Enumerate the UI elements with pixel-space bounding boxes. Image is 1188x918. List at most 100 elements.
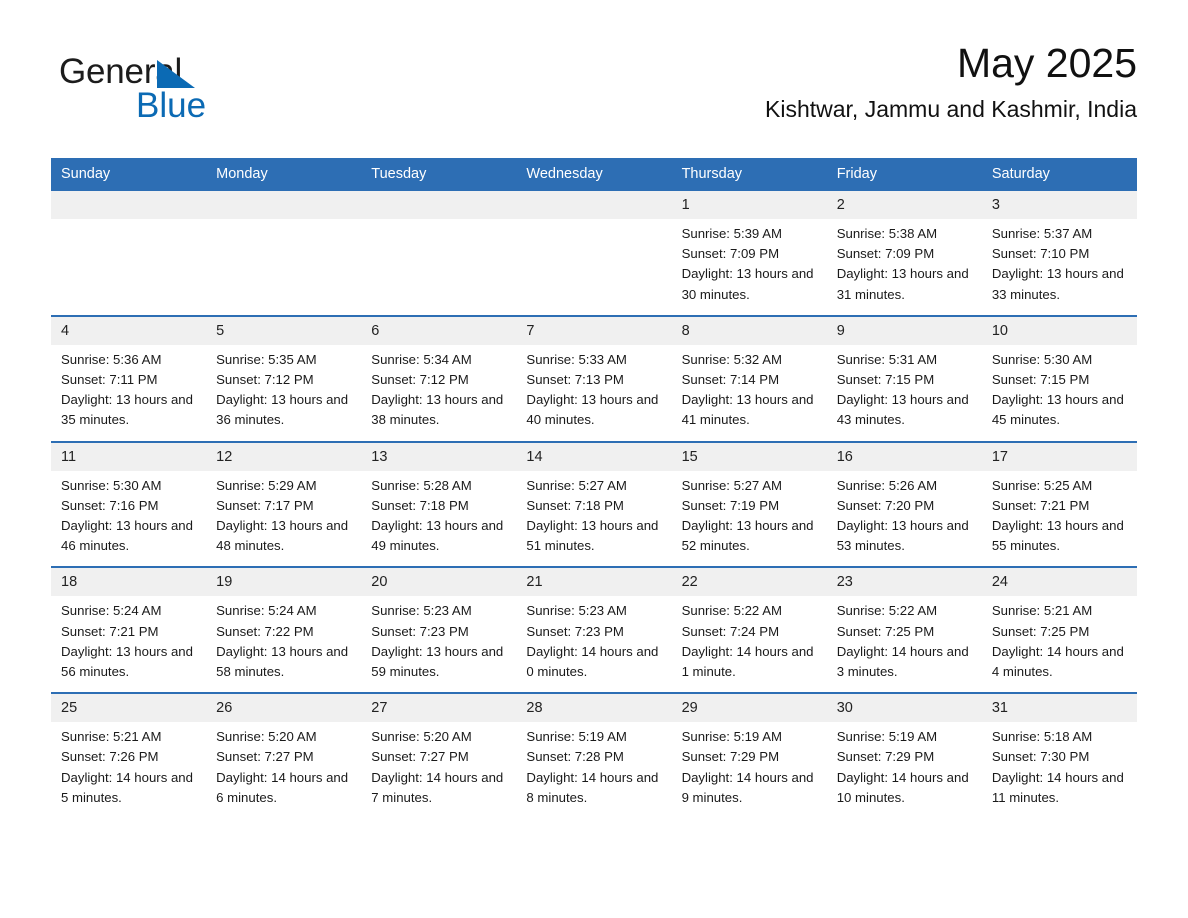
calendar-day-cell[interactable]: 30 Sunrise: 5:19 AM Sunset: 7:29 PM Dayligh… bbox=[826, 694, 982, 819]
calendar-day-cell-empty bbox=[51, 191, 207, 315]
sunset-text: Sunset: 7:14 PM bbox=[681, 372, 780, 388]
calendar-day-cell[interactable]: 10 Sunrise: 5:30 AM Sunset: 7:15 PM Dayligh… bbox=[981, 316, 1137, 441]
sunrise-text: Sunrise: 5:29 AM bbox=[216, 477, 317, 493]
day-number: 19 bbox=[206, 568, 362, 597]
day-number: 10 bbox=[981, 316, 1137, 345]
daylight-text: Daylight: 13 hours and 59 minutes. bbox=[371, 643, 504, 680]
calendar-day-cell[interactable]: 1 Sunrise: 5:39 AM Sunset: 7:09 PM Daylight… bbox=[671, 191, 827, 315]
calendar-day-cell[interactable]: 17 Sunrise: 5:25 AM Sunset: 7:21 PM Dayligh… bbox=[981, 442, 1137, 567]
calendar-day-cell[interactable]: 16 Sunrise: 5:26 AM Sunset: 7:20 PM Dayligh… bbox=[826, 442, 982, 567]
calendar-day-cell[interactable]: 2 Sunrise: 5:38 AM Sunset: 7:09 PM Daylight… bbox=[826, 191, 982, 315]
sunset-text: Sunset: 7:15 PM bbox=[991, 372, 1090, 388]
calendar-day-cell[interactable]: 31 Sunrise: 5:18 AM Sunset: 7:30 PM Dayligh… bbox=[981, 694, 1137, 819]
calendar-day-cell[interactable]: 20 Sunrise: 5:23 AM Sunset: 7:23 PM Dayligh… bbox=[361, 568, 517, 693]
calendar-day-cell[interactable]: 23 Sunrise: 5:22 AM Sunset: 7:25 PM Dayligh… bbox=[826, 568, 982, 693]
calendar-day-cell-empty bbox=[361, 191, 517, 315]
sunset-text: Sunset: 7:25 PM bbox=[991, 623, 1090, 639]
daylight-text: Daylight: 13 hours and 36 minutes. bbox=[216, 392, 349, 428]
day-number: 30 bbox=[826, 694, 982, 723]
sunrise-text: Sunrise: 5:38 AM bbox=[836, 226, 938, 241]
calendar-day-cell[interactable]: 7 Sunrise: 5:33 AM Sunset: 7:13 PM Daylight… bbox=[516, 316, 672, 441]
calendar-day-cell[interactable]: 14 Sunrise: 5:27 AM Sunset: 7:18 PM Dayligh… bbox=[516, 442, 672, 567]
general-blue-logo[interactable]: General Blue bbox=[59, 52, 259, 132]
day-sun-info bbox=[51, 219, 206, 305]
weekday-header-wednesday: Wednesday bbox=[526, 166, 603, 182]
day-number: 16 bbox=[826, 442, 982, 471]
sunset-text: Sunset: 7:12 PM bbox=[371, 372, 469, 388]
weekday-header-friday: Friday bbox=[836, 166, 877, 182]
day-sun-info: Sunrise: 5:35 AM Sunset: 7:12 PM Daylight:… bbox=[206, 345, 361, 441]
sunset-text: Sunset: 7:19 PM bbox=[681, 497, 780, 513]
calendar-day-cell[interactable]: 24 Sunrise: 5:21 AM Sunset: 7:25 PM Dayligh… bbox=[981, 568, 1137, 693]
weekday-header-thursday: Thursday bbox=[681, 166, 743, 182]
sunset-text: Sunset: 7:10 PM bbox=[991, 246, 1090, 262]
day-number: 14 bbox=[516, 442, 672, 471]
calendar-day-cell[interactable]: 13 Sunrise: 5:28 AM Sunset: 7:18 PM Dayligh… bbox=[361, 442, 517, 567]
sunrise-text: Sunrise: 5:19 AM bbox=[526, 729, 627, 745]
day-sun-info: Sunrise: 5:24 AM Sunset: 7:21 PM Daylight:… bbox=[51, 596, 206, 692]
calendar-day-cell[interactable]: 15 Sunrise: 5:27 AM Sunset: 7:19 PM Dayligh… bbox=[671, 442, 827, 567]
daylight-text: Daylight: 13 hours and 52 minutes. bbox=[681, 518, 814, 554]
logo-text-blue: Blue bbox=[136, 86, 207, 125]
calendar-day-cell[interactable]: 3 Sunrise: 5:37 AM Sunset: 7:10 PM Daylight… bbox=[981, 191, 1137, 315]
calendar-day-cell[interactable]: 12 Sunrise: 5:29 AM Sunset: 7:17 PM Dayligh… bbox=[206, 442, 362, 567]
calendar-day-cell[interactable]: 28 Sunrise: 5:19 AM Sunset: 7:28 PM Dayligh… bbox=[516, 694, 672, 819]
weekday-header-saturday: Saturday bbox=[991, 166, 1050, 182]
sunrise-text: Sunrise: 5:23 AM bbox=[526, 603, 627, 619]
day-number bbox=[361, 191, 517, 219]
day-sun-info: Sunrise: 5:26 AM Sunset: 7:20 PM Daylight:… bbox=[827, 471, 982, 567]
sunrise-text: Sunrise: 5:22 AM bbox=[836, 603, 938, 619]
calendar-day-cell[interactable]: 4 Sunrise: 5:36 AM Sunset: 7:11 PM Daylight… bbox=[51, 316, 207, 441]
daylight-text: Daylight: 13 hours and 53 minutes. bbox=[836, 518, 969, 554]
calendar-day-cell[interactable]: 21 Sunrise: 5:23 AM Sunset: 7:23 PM Dayligh… bbox=[516, 568, 672, 693]
sunset-text: Sunset: 7:12 PM bbox=[216, 372, 314, 388]
daylight-text: Daylight: 13 hours and 48 minutes. bbox=[216, 518, 349, 554]
calendar-day-cell[interactable]: 6 Sunrise: 5:34 AM Sunset: 7:12 PM Daylight… bbox=[361, 316, 517, 441]
sunset-text: Sunset: 7:21 PM bbox=[991, 497, 1090, 513]
calendar-day-cell[interactable]: 8 Sunrise: 5:32 AM Sunset: 7:14 PM Daylight… bbox=[671, 316, 827, 441]
day-sun-info: Sunrise: 5:36 AM Sunset: 7:11 PM Daylight:… bbox=[51, 345, 206, 441]
day-number: 23 bbox=[826, 568, 982, 597]
calendar-day-cell[interactable]: 19 Sunrise: 5:24 AM Sunset: 7:22 PM Dayligh… bbox=[206, 568, 362, 693]
page-title: May 2025 bbox=[956, 40, 1137, 86]
calendar-day-cell[interactable]: 22 Sunrise: 5:22 AM Sunset: 7:24 PM Dayligh… bbox=[671, 568, 827, 693]
daylight-text: Daylight: 14 hours and 10 minutes. bbox=[836, 769, 969, 805]
calendar-day-cell[interactable]: 26 Sunrise: 5:20 AM Sunset: 7:27 PM Dayligh… bbox=[206, 694, 362, 819]
day-sun-info: Sunrise: 5:32 AM Sunset: 7:14 PM Daylight:… bbox=[672, 345, 827, 441]
daylight-text: Daylight: 13 hours and 45 minutes. bbox=[991, 392, 1124, 428]
calendar-week-row: 1 Sunrise: 5:39 AM Sunset: 7:09 PM Daylight… bbox=[51, 191, 1137, 315]
daylight-text: Daylight: 13 hours and 30 minutes. bbox=[681, 266, 814, 302]
daylight-text: Daylight: 13 hours and 41 minutes. bbox=[681, 392, 814, 428]
day-number: 24 bbox=[981, 568, 1137, 597]
calendar-day-cell[interactable]: 9 Sunrise: 5:31 AM Sunset: 7:15 PM Daylight… bbox=[826, 316, 982, 441]
sunrise-text: Sunrise: 5:33 AM bbox=[526, 351, 627, 367]
calendar-week-row: 11 Sunrise: 5:30 AM Sunset: 7:16 PM Dayligh… bbox=[51, 440, 1137, 567]
calendar-day-cell[interactable]: 18 Sunrise: 5:24 AM Sunset: 7:21 PM Dayligh… bbox=[51, 568, 207, 693]
day-sun-info: Sunrise: 5:22 AM Sunset: 7:25 PM Daylight:… bbox=[827, 596, 982, 692]
day-number: 15 bbox=[671, 442, 827, 471]
day-number: 2 bbox=[826, 191, 982, 219]
calendar-day-cell[interactable]: 25 Sunrise: 5:21 AM Sunset: 7:26 PM Dayligh… bbox=[51, 694, 207, 819]
sunset-text: Sunset: 7:29 PM bbox=[836, 749, 935, 765]
sunset-text: Sunset: 7:22 PM bbox=[216, 623, 314, 639]
calendar-day-cell[interactable]: 11 Sunrise: 5:30 AM Sunset: 7:16 PM Dayligh… bbox=[51, 442, 207, 567]
day-number: 9 bbox=[826, 316, 982, 345]
sunset-text: Sunset: 7:16 PM bbox=[61, 497, 159, 513]
day-sun-info: Sunrise: 5:38 AM Sunset: 7:09 PM Daylight:… bbox=[827, 219, 982, 315]
calendar-body: 1 Sunrise: 5:39 AM Sunset: 7:09 PM Daylight… bbox=[51, 191, 1137, 819]
sunrise-text: Sunrise: 5:32 AM bbox=[681, 351, 782, 367]
day-number: 8 bbox=[671, 316, 827, 345]
sunset-text: Sunset: 7:24 PM bbox=[681, 623, 780, 639]
daylight-text: Daylight: 14 hours and 9 minutes. bbox=[681, 769, 814, 805]
calendar-day-cell-empty bbox=[206, 191, 362, 315]
sunrise-text: Sunrise: 5:19 AM bbox=[681, 729, 782, 745]
page-subtitle: Kishtwar, Jammu and Kashmir, India bbox=[765, 96, 1137, 122]
daylight-text: Daylight: 14 hours and 8 minutes. bbox=[526, 769, 659, 805]
sunset-text: Sunset: 7:17 PM bbox=[216, 497, 314, 513]
daylight-text: Daylight: 14 hours and 0 minutes. bbox=[526, 643, 659, 680]
daylight-text: Daylight: 13 hours and 49 minutes. bbox=[371, 518, 504, 554]
calendar-day-cell[interactable]: 5 Sunrise: 5:35 AM Sunset: 7:12 PM Daylight… bbox=[206, 316, 362, 441]
day-sun-info: Sunrise: 5:23 AM Sunset: 7:23 PM Daylight:… bbox=[516, 596, 671, 692]
calendar-day-cell[interactable]: 29 Sunrise: 5:19 AM Sunset: 7:29 PM Dayligh… bbox=[671, 694, 827, 819]
calendar-day-cell[interactable]: 27 Sunrise: 5:20 AM Sunset: 7:27 PM Dayligh… bbox=[361, 694, 517, 819]
